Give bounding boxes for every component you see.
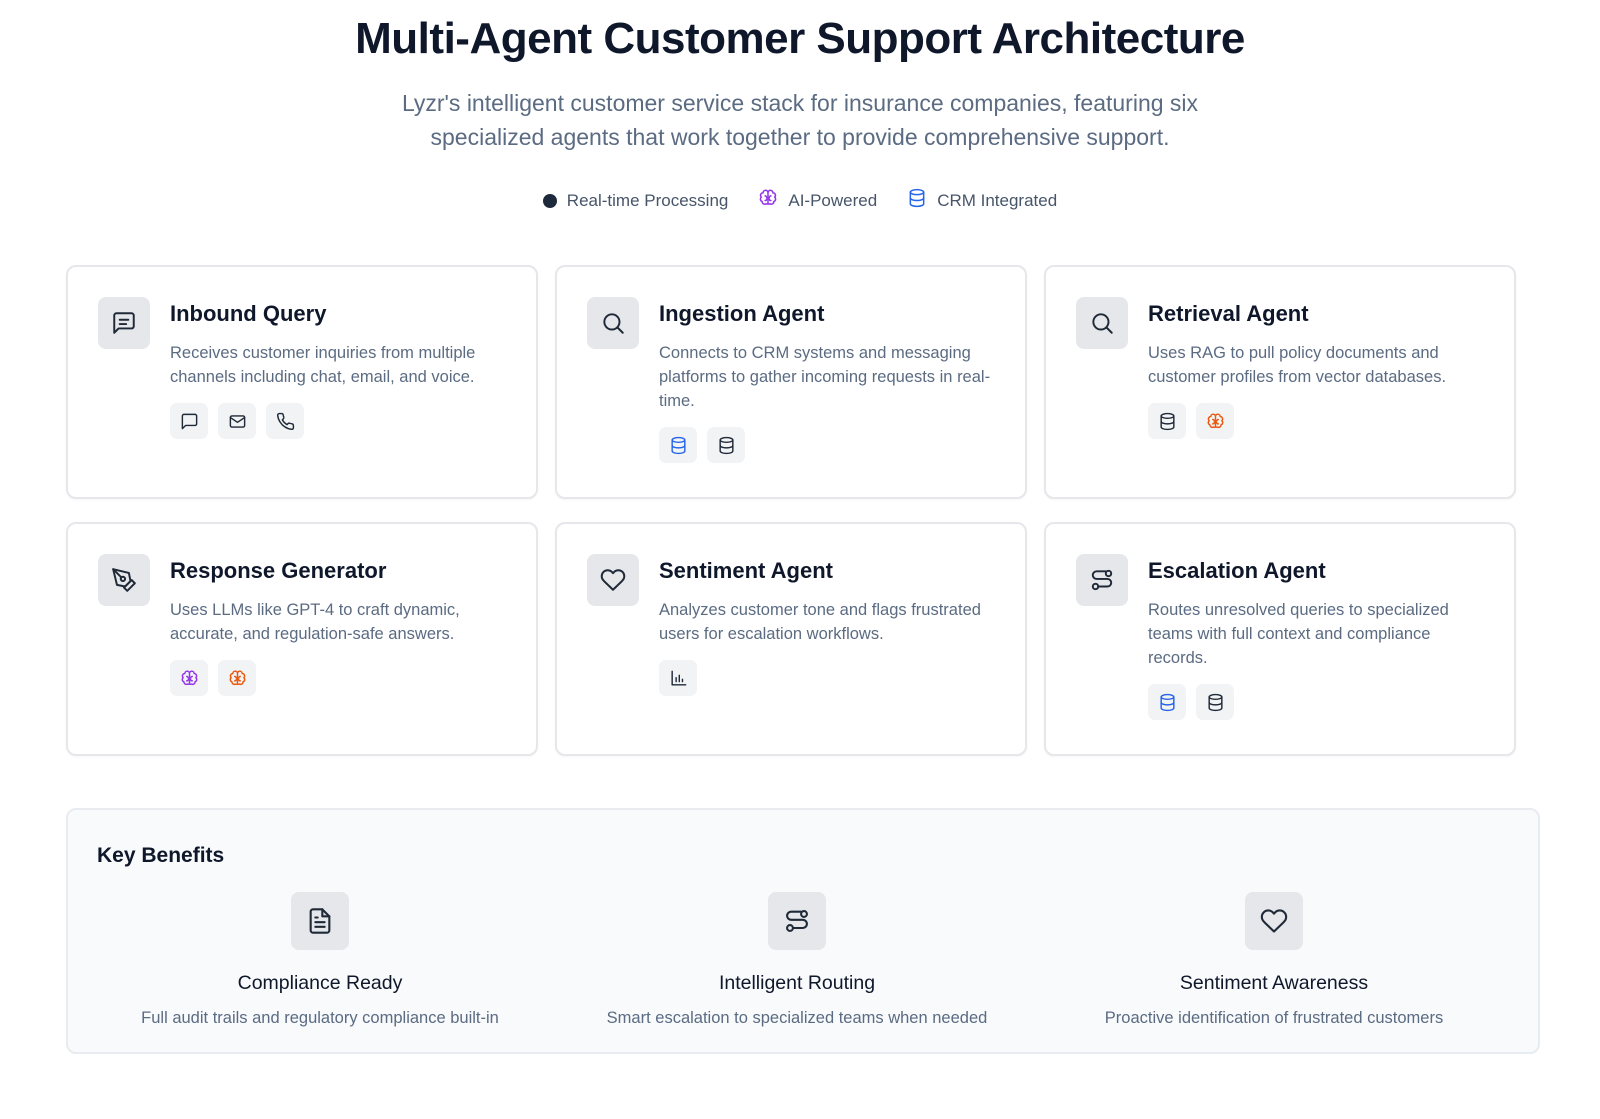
- benefit-routing: Intelligent Routing Smart escalation to …: [562, 892, 1032, 1028]
- message-square-icon: [98, 297, 150, 349]
- route-icon: [1076, 554, 1128, 606]
- benefit-title: Compliance Ready: [237, 972, 403, 994]
- page-subtitle: Lyzr's intelligent customer service stac…: [401, 90, 1199, 150]
- brain-orange-icon: [1196, 403, 1234, 439]
- integration-chips: [1148, 403, 1234, 439]
- legend-label: AI-Powered: [788, 190, 878, 210]
- dot-icon: [542, 193, 557, 208]
- integration-chips: [659, 427, 745, 463]
- database-blue-icon: [1148, 684, 1186, 720]
- phone-icon: [266, 403, 304, 439]
- agent-card-inbound-query[interactable]: Inbound Query Receives customer inquirie…: [66, 265, 538, 499]
- heart-icon: [1245, 892, 1303, 950]
- card-description: Routes unresolved queries to specialized…: [1148, 601, 1449, 667]
- benefit-title: Intelligent Routing: [718, 972, 876, 994]
- benefit-description: Full audit trails and regulatory complia…: [141, 1009, 499, 1027]
- agent-card-response-generator[interactable]: Response Generator Uses LLMs like GPT-4 …: [66, 522, 538, 756]
- benefit-title: Sentiment Awareness: [1179, 972, 1369, 994]
- channel-chips: [170, 403, 304, 439]
- pen-tool-icon: [98, 554, 150, 606]
- search-icon: [587, 297, 639, 349]
- brain-purple-icon: [170, 660, 208, 696]
- card-title: Escalation Agent: [1148, 558, 1326, 583]
- legend-label: Real-time Processing: [566, 190, 729, 210]
- benefit-sentiment: Sentiment Awareness Proactive identifica…: [1039, 892, 1509, 1028]
- database-icon: [1148, 403, 1186, 439]
- card-description: Analyzes customer tone and flags frustra…: [659, 601, 981, 643]
- file-text-icon: [291, 892, 349, 950]
- card-title: Ingestion Agent: [659, 301, 825, 326]
- card-title: Sentiment Agent: [659, 558, 833, 583]
- mail-icon: [218, 403, 256, 439]
- benefit-description: Smart escalation to specialized teams wh…: [606, 1009, 988, 1027]
- card-description: Connects to CRM systems and messaging pl…: [659, 344, 991, 410]
- heart-icon: [587, 554, 639, 606]
- analytics-chips: [659, 660, 697, 696]
- agent-card-sentiment[interactable]: Sentiment Agent Analyzes customer tone a…: [555, 522, 1027, 756]
- legend-item-ai: AI-Powered: [758, 188, 877, 213]
- card-title: Response Generator: [170, 558, 387, 583]
- model-chips: [170, 660, 256, 696]
- search-icon: [1076, 297, 1128, 349]
- card-title: Retrieval Agent: [1148, 301, 1309, 326]
- agent-card-ingestion[interactable]: Ingestion Agent Connects to CRM systems …: [555, 265, 1027, 499]
- benefits-title: Key Benefits: [97, 844, 225, 867]
- chat-icon: [170, 403, 208, 439]
- legend-item-realtime: Real-time Processing: [542, 190, 729, 211]
- brain-orange-icon: [218, 660, 256, 696]
- route-icon: [768, 892, 826, 950]
- page: Multi-Agent Customer Support Architectur…: [0, 0, 1600, 1119]
- legend-item-crm: CRM Integrated: [907, 188, 1057, 213]
- benefit-description: Proactive identification of frustrated c…: [1104, 1009, 1444, 1027]
- key-benefits-panel: Key Benefits Compliance Ready Full audit…: [66, 808, 1540, 1054]
- card-description: Uses RAG to pull policy documents and cu…: [1148, 344, 1447, 386]
- database-icon: [907, 188, 927, 213]
- agent-card-retrieval[interactable]: Retrieval Agent Uses RAG to pull policy …: [1044, 265, 1516, 499]
- card-description: Uses LLMs like GPT-4 to craft dynamic, a…: [170, 601, 460, 643]
- database-blue-icon: [659, 427, 697, 463]
- integration-chips: [1148, 684, 1234, 720]
- database-icon: [707, 427, 745, 463]
- card-description: Receives customer inquiries from multipl…: [170, 344, 476, 386]
- benefit-compliance: Compliance Ready Full audit trails and r…: [85, 892, 555, 1028]
- page-title: Multi-Agent Customer Support Architectur…: [355, 14, 1245, 63]
- legend-label: CRM Integrated: [937, 190, 1058, 210]
- agent-card-escalation[interactable]: Escalation Agent Routes unresolved queri…: [1044, 522, 1516, 756]
- brain-icon: [758, 188, 778, 213]
- card-title: Inbound Query: [170, 301, 327, 326]
- bar-chart-icon: [659, 660, 697, 696]
- database-icon: [1196, 684, 1234, 720]
- legend: Real-time Processing AI-Powered CRM Inte…: [0, 188, 1600, 213]
